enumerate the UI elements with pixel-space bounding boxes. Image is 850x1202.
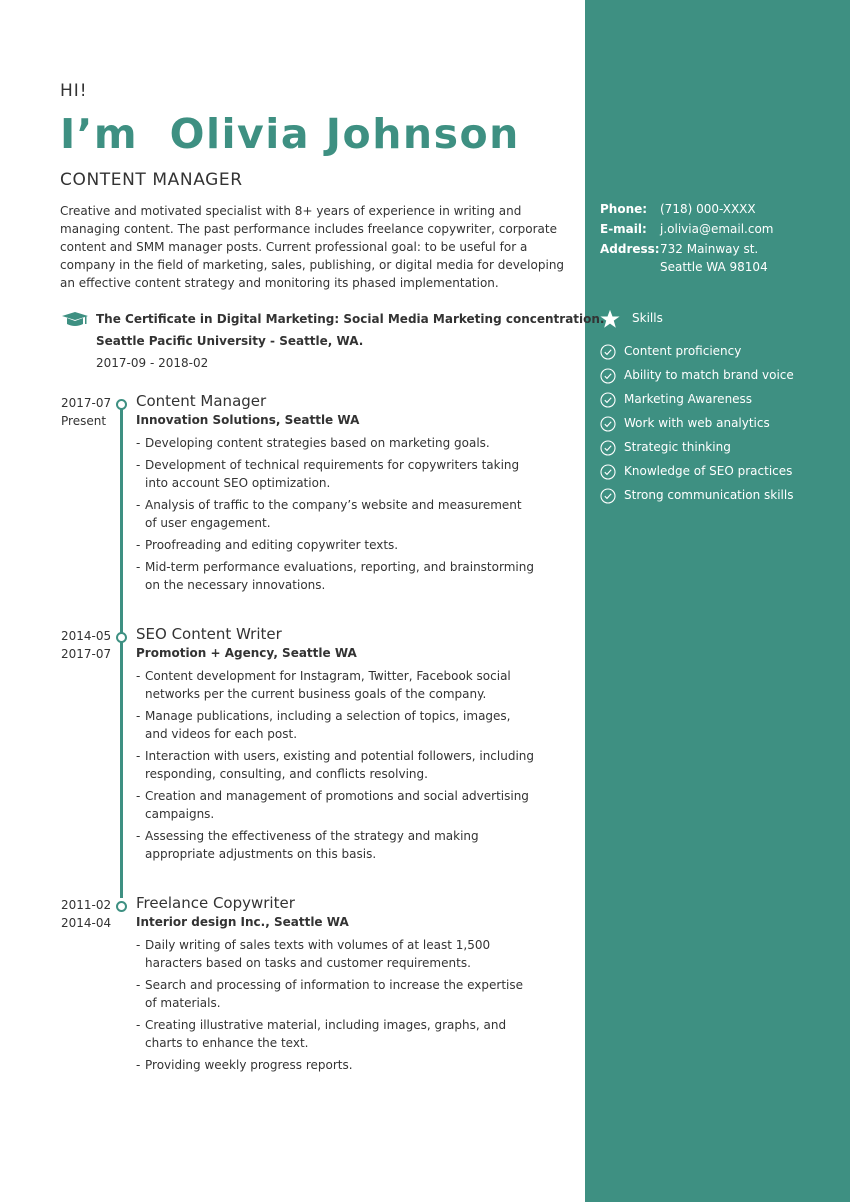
skills-title: Skills bbox=[632, 311, 663, 325]
address-line1: 732 Mainway st. bbox=[660, 242, 759, 256]
job-bullets: - Developing content strategies based on … bbox=[136, 434, 536, 598]
skill-label: Knowledge of SEO practices bbox=[624, 464, 793, 478]
skill-item: Ability to match brand voice bbox=[600, 368, 840, 392]
email-value[interactable]: j.olivia@email.com bbox=[660, 222, 773, 236]
job-start-date: 2017-07 bbox=[61, 396, 112, 410]
job-dates: 2014-05 2017-07 bbox=[61, 627, 111, 663]
education-school: Seattle Pacific University - Seattle, WA… bbox=[96, 334, 364, 348]
job-bullet: - Assessing the effectiveness of the stra… bbox=[136, 829, 479, 861]
skill-label: Ability to match brand voice bbox=[624, 368, 794, 382]
job-end-date: Present bbox=[61, 414, 107, 428]
skill-item: Work with web analytics bbox=[600, 416, 840, 440]
summary-text: Creative and motivated specialist with 8… bbox=[60, 204, 565, 290]
job-bullets: - Content development for Instagram, Twit… bbox=[136, 667, 536, 867]
contact-address-2: Seattle WA 98104 bbox=[600, 260, 840, 280]
address-line2: Seattle WA 98104 bbox=[660, 260, 768, 274]
check-circle-icon bbox=[600, 344, 616, 360]
timeline-dot bbox=[116, 901, 127, 912]
job-start-date: 2014-05 bbox=[61, 629, 112, 643]
job-end-date: 2017-07 bbox=[61, 647, 112, 661]
job-bullet: - Interaction with users, existing and po… bbox=[136, 749, 535, 781]
job-bullet: - Mid-term performance evaluations, repor… bbox=[136, 560, 534, 592]
job-title: SEO Content Writer bbox=[136, 625, 282, 643]
check-circle-icon bbox=[600, 464, 616, 480]
graduation-cap-icon bbox=[62, 312, 88, 326]
skills-list: Content proficiency Ability to match bra… bbox=[600, 344, 840, 512]
timeline-dot bbox=[116, 632, 127, 643]
check-circle-icon bbox=[600, 488, 616, 504]
job-start-date: 2011-02 bbox=[61, 898, 112, 912]
education-title: The Certificate in Digital Marketing: So… bbox=[96, 312, 605, 326]
skill-item: Knowledge of SEO practices bbox=[600, 464, 840, 488]
skill-label: Marketing Awareness bbox=[624, 392, 753, 406]
contact-email: E-mail: j.olivia@email.com bbox=[600, 222, 840, 242]
greeting: HI! bbox=[60, 81, 88, 101]
skill-label: Work with web analytics bbox=[624, 416, 770, 430]
skill-item: Strategic thinking bbox=[600, 440, 840, 464]
job-dates: 2011-02 2014-04 bbox=[61, 896, 111, 932]
check-circle-icon bbox=[600, 368, 616, 384]
job-company: Innovation Solutions, Seattle WA bbox=[136, 413, 360, 427]
job-bullet: - Search and processing of information to… bbox=[136, 978, 524, 1010]
address-label: Address: bbox=[600, 242, 660, 256]
job-company: Interior design Inc., Seattle WA bbox=[136, 915, 349, 929]
job-bullet: - Development of technical requirements f… bbox=[136, 458, 520, 490]
skill-label: Strategic thinking bbox=[624, 440, 731, 454]
job-bullet: - Analysis of traffic to the company’s we… bbox=[136, 498, 522, 530]
phone-value: (718) 000-XXXX bbox=[660, 202, 756, 216]
skill-item: Marketing Awareness bbox=[600, 392, 840, 416]
phone-label: Phone: bbox=[600, 202, 648, 216]
job-company: Promotion + Agency, Seattle WA bbox=[136, 646, 357, 660]
sidebar-panel bbox=[585, 0, 850, 1202]
skill-item: Content proficiency bbox=[600, 344, 840, 368]
job-dates: 2017-07 Present bbox=[61, 394, 111, 430]
education-dates: 2017-09 - 2018-02 bbox=[96, 356, 209, 370]
page-title: I’m Olivia Johnson bbox=[60, 110, 520, 158]
job-end-date: 2014-04 bbox=[61, 916, 112, 930]
job-role: CONTENT MANAGER bbox=[60, 170, 243, 190]
job-title: Freelance Copywriter bbox=[136, 894, 295, 912]
job-title: Content Manager bbox=[136, 392, 267, 410]
job-bullets: - Daily writing of sales texts with volum… bbox=[136, 936, 536, 1078]
contact-info: Phone: (718) 000-XXXX E-mail: j.olivia@e… bbox=[600, 202, 840, 280]
contact-phone: Phone: (718) 000-XXXX bbox=[600, 202, 840, 222]
check-circle-icon bbox=[600, 416, 616, 432]
skill-item: Strong communication skills bbox=[600, 488, 840, 512]
contact-address: Address: 732 Mainway st. bbox=[600, 242, 840, 260]
email-label: E-mail: bbox=[600, 222, 647, 236]
job-bullet: - Creating illustrative material, includi… bbox=[136, 1018, 507, 1050]
job-bullet: - Daily writing of sales texts with volum… bbox=[136, 938, 491, 970]
star-icon bbox=[600, 309, 620, 328]
skill-label: Content proficiency bbox=[624, 344, 742, 358]
job-bullet: - Proofreading and editing copywriter tex… bbox=[136, 538, 399, 552]
timeline-line bbox=[120, 408, 123, 898]
timeline-dot bbox=[116, 399, 127, 410]
job-bullet: - Manage publications, including a select… bbox=[136, 709, 511, 741]
job-bullet: - Creation and management of promotions a… bbox=[136, 789, 529, 821]
skill-label: Strong communication skills bbox=[624, 488, 794, 502]
check-circle-icon bbox=[600, 392, 616, 408]
job-bullet: - Content development for Instagram, Twit… bbox=[136, 669, 511, 701]
job-bullet: - Providing weekly progress reports. bbox=[136, 1058, 353, 1072]
job-bullet: - Developing content strategies based on … bbox=[136, 436, 490, 450]
check-circle-icon bbox=[600, 440, 616, 456]
